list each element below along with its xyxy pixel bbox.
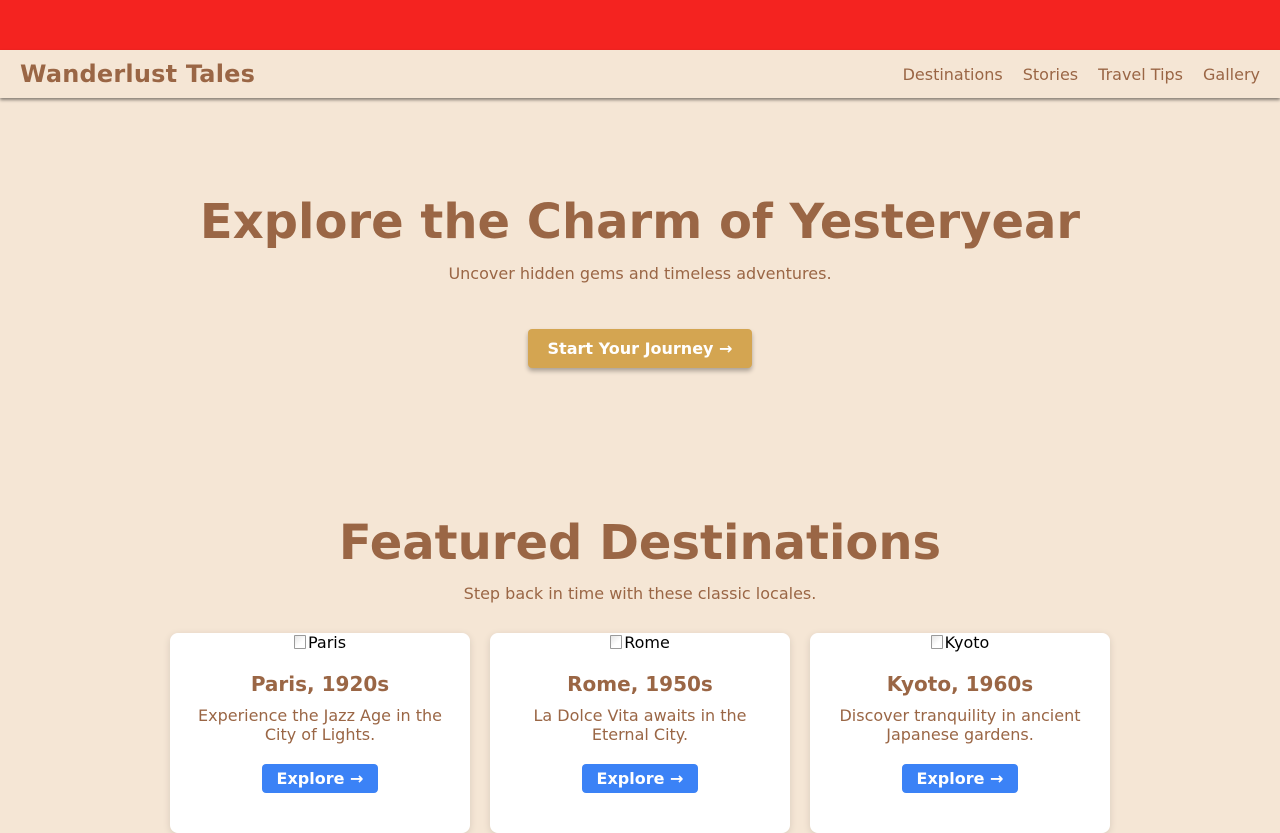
nav-link-destinations[interactable]: Destinations (903, 65, 1003, 84)
nav-link-travel-tips[interactable]: Travel Tips (1098, 65, 1183, 84)
hero-subtitle: Uncover hidden gems and timeless adventu… (448, 264, 832, 283)
destination-image-rome: Rome (610, 632, 670, 652)
nav-link-stories[interactable]: Stories (1023, 65, 1078, 84)
explore-button-paris[interactable]: Explore → (262, 764, 378, 793)
card-description: Experience the Jazz Age in the City of L… (197, 706, 443, 744)
destination-image-kyoto: Kyoto (930, 632, 990, 652)
card-title: Paris, 1920s (250, 672, 390, 696)
broken-image-icon (610, 635, 623, 649)
broken-image-icon (930, 635, 943, 649)
top-banner (0, 0, 1280, 50)
image-alt-text: Paris (307, 632, 347, 652)
destination-cards: Paris Paris, 1920s Experience the Jazz A… (170, 633, 1110, 833)
broken-image-icon (293, 635, 306, 649)
featured-title: Featured Destinations (338, 515, 942, 571)
card-description: Discover tranquility in ancient Japanese… (839, 706, 1081, 744)
explore-button-rome[interactable]: Explore → (582, 764, 698, 793)
card-title: Kyoto, 1960s (886, 672, 1034, 696)
destination-card-paris: Paris Paris, 1920s Experience the Jazz A… (170, 633, 470, 833)
featured-subtitle: Step back in time with these classic loc… (463, 584, 817, 603)
card-title: Rome, 1950s (567, 672, 713, 696)
image-alt-text: Rome (624, 632, 670, 652)
hero-title: Explore the Charm of Yesteryear (199, 194, 1081, 250)
nav-link-gallery[interactable]: Gallery (1203, 65, 1260, 84)
destination-card-kyoto: Kyoto Kyoto, 1960s Discover tranquility … (810, 633, 1110, 833)
nav-links: Destinations Stories Travel Tips Gallery (903, 65, 1260, 84)
image-alt-text: Kyoto (944, 632, 990, 652)
destination-image-paris: Paris (293, 632, 347, 652)
card-description: La Dolce Vita awaits in the Eternal City… (533, 706, 747, 744)
explore-button-kyoto[interactable]: Explore → (902, 764, 1018, 793)
brand-logo[interactable]: Wanderlust Tales (20, 60, 255, 88)
navbar: Wanderlust Tales Destinations Stories Tr… (0, 50, 1280, 98)
start-journey-button[interactable]: Start Your Journey → (528, 329, 752, 368)
destination-card-rome: Rome Rome, 1950s La Dolce Vita awaits in… (490, 633, 790, 833)
